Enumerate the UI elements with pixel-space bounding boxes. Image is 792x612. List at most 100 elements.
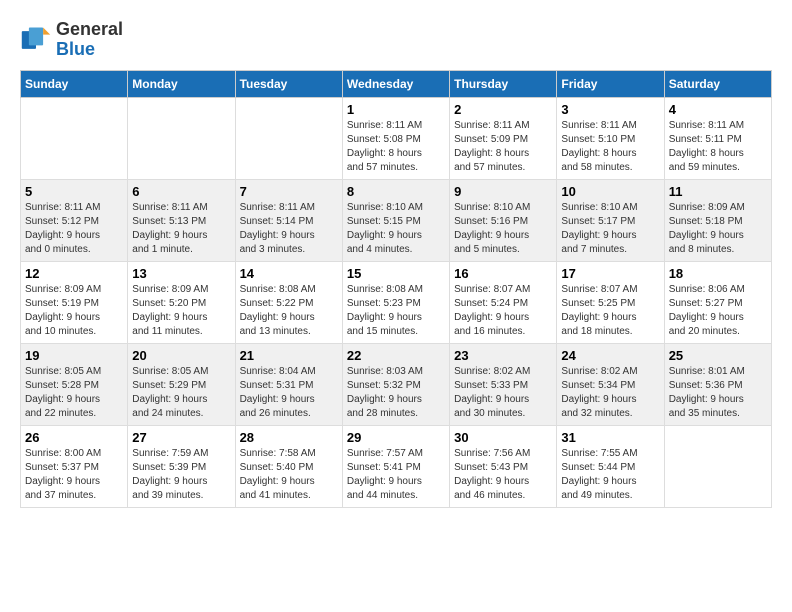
calendar-day-cell: 17 Sunrise: 8:07 AMSunset: 5:25 PMDayligh…: [557, 261, 664, 343]
day-info: Sunrise: 8:10 AMSunset: 5:16 PMDaylight:…: [454, 201, 552, 257]
weekday-header: Saturday: [664, 70, 771, 97]
day-number: 1: [347, 102, 445, 117]
day-info: Sunrise: 8:11 AMSunset: 5:12 PMDaylight:…: [25, 201, 123, 257]
day-number: 30: [454, 430, 552, 445]
day-number: 20: [132, 348, 230, 363]
day-number: 15: [347, 266, 445, 281]
day-info: Sunrise: 8:07 AMSunset: 5:25 PMDaylight:…: [561, 283, 659, 339]
calendar-day-cell: 2 Sunrise: 8:11 AMSunset: 5:09 PMDaylight…: [450, 97, 557, 179]
day-number: 21: [240, 348, 338, 363]
day-info: Sunrise: 8:09 AMSunset: 5:18 PMDaylight:…: [669, 201, 767, 257]
calendar-day-cell: 16Sunrise: 8:07 AMSunset: 5:24 PMDayligh…: [450, 261, 557, 343]
calendar-day-cell: 26 Sunrise: 8:00 AMSunset: 5:37 PMDayligh…: [21, 425, 128, 507]
day-number: 27: [132, 430, 230, 445]
day-info: Sunrise: 8:09 AMSunset: 5:19 PMDaylight:…: [25, 283, 123, 339]
day-number: 16: [454, 266, 552, 281]
logo: GeneralBlue: [20, 20, 123, 60]
day-info: Sunrise: 8:02 AMSunset: 5:34 PMDaylight:…: [561, 365, 659, 421]
page-header: GeneralBlue: [20, 20, 772, 60]
weekday-header: Monday: [128, 70, 235, 97]
calendar-day-cell: [235, 97, 342, 179]
day-number: 14: [240, 266, 338, 281]
day-info: Sunrise: 8:10 AMSunset: 5:15 PMDaylight:…: [347, 201, 445, 257]
day-info: Sunrise: 8:05 AMSunset: 5:28 PMDaylight:…: [25, 365, 123, 421]
calendar-day-cell: 12Sunrise: 8:09 AMSunset: 5:19 PMDayligh…: [21, 261, 128, 343]
day-number: 10: [561, 184, 659, 199]
weekday-header: Sunday: [21, 70, 128, 97]
calendar-day-cell: 10 Sunrise: 8:10 AMSunset: 5:17 PMDayligh…: [557, 179, 664, 261]
day-info: Sunrise: 7:57 AMSunset: 5:41 PMDaylight:…: [347, 447, 445, 503]
calendar-day-cell: [21, 97, 128, 179]
calendar-day-cell: 15 Sunrise: 8:08 AMSunset: 5:23 PMDayligh…: [342, 261, 449, 343]
day-info: Sunrise: 8:06 AMSunset: 5:27 PMDaylight:…: [669, 283, 767, 339]
day-number: 8: [347, 184, 445, 199]
day-info: Sunrise: 8:09 AMSunset: 5:20 PMDaylight:…: [132, 283, 230, 339]
day-number: 11: [669, 184, 767, 199]
calendar-day-cell: 28 Sunrise: 7:58 AMSunset: 5:40 PMDayligh…: [235, 425, 342, 507]
calendar-day-cell: 20 Sunrise: 8:05 AMSunset: 5:29 PMDayligh…: [128, 343, 235, 425]
day-info: Sunrise: 8:05 AMSunset: 5:29 PMDaylight:…: [132, 365, 230, 421]
day-info: Sunrise: 7:59 AMSunset: 5:39 PMDaylight:…: [132, 447, 230, 503]
calendar-day-cell: 27 Sunrise: 7:59 AMSunset: 5:39 PMDayligh…: [128, 425, 235, 507]
day-info: Sunrise: 8:11 AMSunset: 5:09 PMDaylight:…: [454, 119, 552, 175]
day-number: 3: [561, 102, 659, 117]
calendar-day-cell: 18 Sunrise: 8:06 AMSunset: 5:27 PMDayligh…: [664, 261, 771, 343]
calendar-day-cell: 5 Sunrise: 8:11 AMSunset: 5:12 PMDaylight…: [21, 179, 128, 261]
day-info: Sunrise: 7:55 AMSunset: 5:44 PMDaylight:…: [561, 447, 659, 503]
calendar-day-cell: 30 Sunrise: 7:56 AMSunset: 5:43 PMDayligh…: [450, 425, 557, 507]
day-number: 2: [454, 102, 552, 117]
day-number: 5: [25, 184, 123, 199]
day-info: Sunrise: 8:11 AMSunset: 5:13 PMDaylight:…: [132, 201, 230, 257]
calendar-day-cell: 23 Sunrise: 8:02 AMSunset: 5:33 PMDayligh…: [450, 343, 557, 425]
calendar-day-cell: 19 Sunrise: 8:05 AMSunset: 5:28 PMDayligh…: [21, 343, 128, 425]
weekday-header: Tuesday: [235, 70, 342, 97]
day-info: Sunrise: 8:04 AMSunset: 5:31 PMDaylight:…: [240, 365, 338, 421]
day-info: Sunrise: 7:58 AMSunset: 5:40 PMDaylight:…: [240, 447, 338, 503]
day-number: 23: [454, 348, 552, 363]
day-number: 4: [669, 102, 767, 117]
weekday-header: Friday: [557, 70, 664, 97]
day-number: 22: [347, 348, 445, 363]
day-info: Sunrise: 8:08 AMSunset: 5:23 PMDaylight:…: [347, 283, 445, 339]
day-number: 24: [561, 348, 659, 363]
calendar-day-cell: 11 Sunrise: 8:09 AMSunset: 5:18 PMDayligh…: [664, 179, 771, 261]
day-number: 26: [25, 430, 123, 445]
day-number: 31: [561, 430, 659, 445]
day-number: 29: [347, 430, 445, 445]
calendar-week-row: 26 Sunrise: 8:00 AMSunset: 5:37 PMDayligh…: [21, 425, 772, 507]
day-number: 28: [240, 430, 338, 445]
calendar-day-cell: 6Sunrise: 8:11 AMSunset: 5:13 PMDaylight…: [128, 179, 235, 261]
calendar-week-row: 5 Sunrise: 8:11 AMSunset: 5:12 PMDaylight…: [21, 179, 772, 261]
calendar-table: SundayMondayTuesdayWednesdayThursdayFrid…: [20, 70, 772, 508]
calendar-day-cell: 21 Sunrise: 8:04 AMSunset: 5:31 PMDayligh…: [235, 343, 342, 425]
calendar-day-cell: 8 Sunrise: 8:10 AMSunset: 5:15 PMDaylight…: [342, 179, 449, 261]
day-number: 13: [132, 266, 230, 281]
day-info: Sunrise: 7:56 AMSunset: 5:43 PMDaylight:…: [454, 447, 552, 503]
calendar-day-cell: 31 Sunrise: 7:55 AMSunset: 5:44 PMDayligh…: [557, 425, 664, 507]
calendar-day-cell: 13 Sunrise: 8:09 AMSunset: 5:20 PMDayligh…: [128, 261, 235, 343]
calendar-week-row: 19 Sunrise: 8:05 AMSunset: 5:28 PMDayligh…: [21, 343, 772, 425]
day-info: Sunrise: 8:00 AMSunset: 5:37 PMDaylight:…: [25, 447, 123, 503]
day-number: 7: [240, 184, 338, 199]
day-number: 19: [25, 348, 123, 363]
weekday-header: Thursday: [450, 70, 557, 97]
calendar-day-cell: 4 Sunrise: 8:11 AMSunset: 5:11 PMDaylight…: [664, 97, 771, 179]
day-info: Sunrise: 8:11 AMSunset: 5:14 PMDaylight:…: [240, 201, 338, 257]
day-info: Sunrise: 8:10 AMSunset: 5:17 PMDaylight:…: [561, 201, 659, 257]
day-info: Sunrise: 8:11 AMSunset: 5:08 PMDaylight:…: [347, 119, 445, 175]
calendar-day-cell: 1 Sunrise: 8:11 AMSunset: 5:08 PMDaylight…: [342, 97, 449, 179]
weekday-header-row: SundayMondayTuesdayWednesdayThursdayFrid…: [21, 70, 772, 97]
calendar-day-cell: 22Sunrise: 8:03 AMSunset: 5:32 PMDayligh…: [342, 343, 449, 425]
calendar-day-cell: [128, 97, 235, 179]
logo-text: GeneralBlue: [56, 20, 123, 60]
day-number: 17: [561, 266, 659, 281]
day-info: Sunrise: 8:02 AMSunset: 5:33 PMDaylight:…: [454, 365, 552, 421]
calendar-day-cell: 3Sunrise: 8:11 AMSunset: 5:10 PMDaylight…: [557, 97, 664, 179]
calendar-week-row: 12Sunrise: 8:09 AMSunset: 5:19 PMDayligh…: [21, 261, 772, 343]
day-info: Sunrise: 8:01 AMSunset: 5:36 PMDaylight:…: [669, 365, 767, 421]
day-info: Sunrise: 8:11 AMSunset: 5:11 PMDaylight:…: [669, 119, 767, 175]
calendar-day-cell: [664, 425, 771, 507]
calendar-day-cell: 14Sunrise: 8:08 AMSunset: 5:22 PMDayligh…: [235, 261, 342, 343]
day-number: 18: [669, 266, 767, 281]
calendar-day-cell: 9Sunrise: 8:10 AMSunset: 5:16 PMDaylight…: [450, 179, 557, 261]
